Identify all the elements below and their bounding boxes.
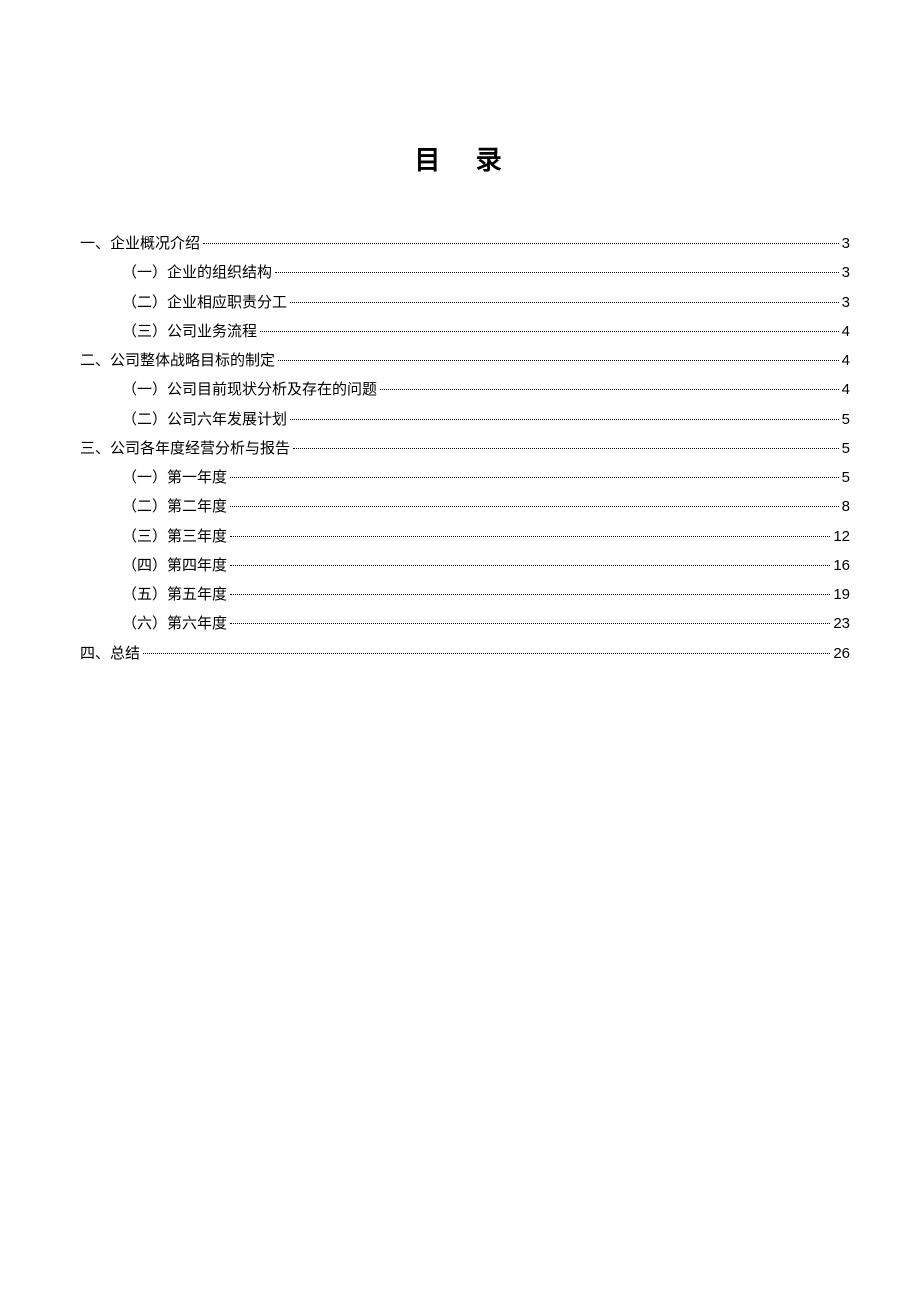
toc-entry-page: 16 [833,551,850,580]
toc-leader-dots [380,389,839,390]
toc-entry-label: 三、公司各年度经营分析与报告 [80,434,290,463]
toc-entry-page: 26 [833,639,850,668]
toc-entry: （二）第二年度 8 [80,492,850,521]
toc-title: 目 录 [80,140,850,177]
toc-entry-label: （二）企业相应职责分工 [122,288,287,317]
toc-entry: 二、公司整体战略目标的制定 4 [80,346,850,375]
toc-entry-label: （三）第三年度 [122,522,227,551]
toc-leader-dots [290,419,839,420]
toc-entry-label: （二）公司六年发展计划 [122,405,287,434]
toc-leader-dots [230,536,830,537]
toc-leader-dots [143,653,830,654]
toc-entry-page: 5 [842,434,850,463]
toc-entry-page: 8 [842,492,850,521]
toc-entry: 一、企业概况介绍 3 [80,229,850,258]
toc-entry: （五）第五年度 19 [80,580,850,609]
toc-entry-label: （二）第二年度 [122,492,227,521]
toc-entry: （二）企业相应职责分工 3 [80,288,850,317]
toc-entry: （一）企业的组织结构 3 [80,258,850,287]
toc-entry: （四）第四年度 16 [80,551,850,580]
toc-entry-page: 4 [842,375,850,404]
toc-entry-page: 5 [842,405,850,434]
toc-entry-label: （五）第五年度 [122,580,227,609]
toc-entry: 三、公司各年度经营分析与报告 5 [80,434,850,463]
toc-entry-page: 23 [833,609,850,638]
toc-leader-dots [290,302,839,303]
toc-entry: （三）第三年度 12 [80,522,850,551]
toc-entry-label: 四、总结 [80,639,140,668]
toc-entry-label: （六）第六年度 [122,609,227,638]
toc-entry-page: 3 [842,229,850,258]
toc-entry: （三）公司业务流程 4 [80,317,850,346]
toc-leader-dots [203,243,839,244]
toc-entry: （一）第一年度 5 [80,463,850,492]
toc-entry-page: 4 [842,317,850,346]
toc-entry: （六）第六年度 23 [80,609,850,638]
toc-entry-label: 一、企业概况介绍 [80,229,200,258]
toc-entry-page: 3 [842,258,850,287]
toc-entry-label: （一）企业的组织结构 [122,258,272,287]
toc-leader-dots [260,331,839,332]
toc-leader-dots [230,565,830,566]
toc-leader-dots [230,623,830,624]
toc-entry-page: 5 [842,463,850,492]
toc-entry-label: （一）第一年度 [122,463,227,492]
toc-entry-label: 二、公司整体战略目标的制定 [80,346,275,375]
toc-entry: （一）公司目前现状分析及存在的问题 4 [80,375,850,404]
toc-leader-dots [230,477,839,478]
toc-leader-dots [278,360,839,361]
toc-leader-dots [293,448,839,449]
toc-entry-page: 3 [842,288,850,317]
toc-list: 一、企业概况介绍3（一）企业的组织结构3（二）企业相应职责分工3（三）公司业务流… [80,229,850,668]
toc-leader-dots [230,506,839,507]
toc-entry: （二）公司六年发展计划 5 [80,405,850,434]
toc-leader-dots [230,594,830,595]
toc-entry-label: （一）公司目前现状分析及存在的问题 [122,375,377,404]
toc-entry-page: 12 [833,522,850,551]
toc-entry: 四、总结 26 [80,639,850,668]
toc-leader-dots [275,272,839,273]
toc-entry-label: （四）第四年度 [122,551,227,580]
toc-entry-page: 4 [842,346,850,375]
toc-entry-label: （三）公司业务流程 [122,317,257,346]
toc-entry-page: 19 [833,580,850,609]
